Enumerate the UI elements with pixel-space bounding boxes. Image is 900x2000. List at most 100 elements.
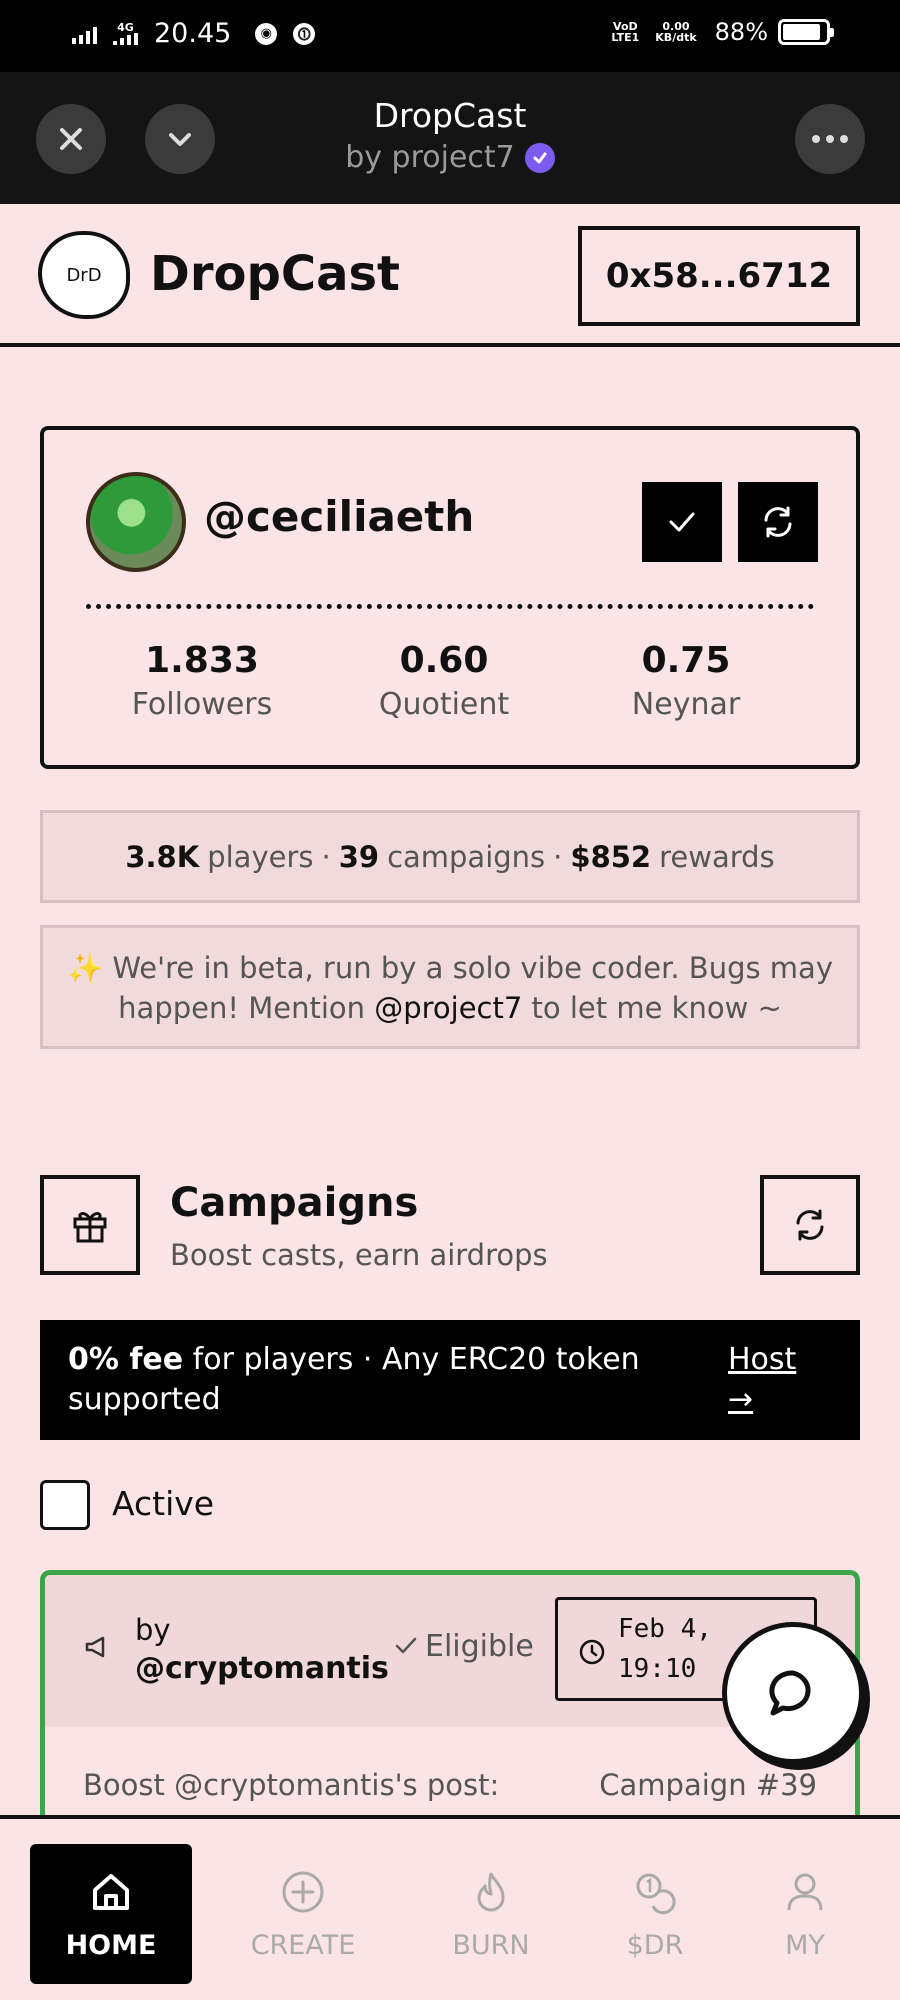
- stat-value: 0.75: [641, 640, 731, 681]
- avatar: [86, 472, 186, 572]
- verified-badge-icon: [524, 142, 555, 173]
- rewards-value: $852: [570, 839, 652, 874]
- megaphone-icon: [85, 1636, 105, 1658]
- nav-home-label: HOME: [65, 1929, 157, 1961]
- check-icon: [395, 1637, 417, 1654]
- gift-icon: [73, 1212, 107, 1243]
- nav-my-label: MY: [785, 1929, 825, 1961]
- flame-icon: [477, 1872, 505, 1911]
- stat-followers: 1.833 Followers: [82, 640, 322, 722]
- user-icon: [787, 1873, 823, 1910]
- notification-icon: ⓵: [293, 22, 316, 45]
- app-title: DropCast: [373, 96, 527, 135]
- refresh-icon: [764, 506, 792, 538]
- battery-percent: 88%: [714, 18, 768, 46]
- nav-home[interactable]: HOME: [30, 1844, 192, 1984]
- fee-banner: 0% fee for players · Any ERC20 token sup…: [40, 1320, 860, 1440]
- stat-neynar: 0.75 Neynar: [566, 640, 806, 722]
- chat-bubble-icon: [769, 1670, 811, 1716]
- profile-handle: @ceciliaeth: [204, 492, 475, 541]
- host-link[interactable]: Host →: [728, 1340, 796, 1420]
- divider: [86, 604, 814, 609]
- status-bar: 4G 20.45 ◉ ⓵ VoD LTE1 0.00 KB/dtk 88%: [0, 0, 900, 72]
- refresh-profile-button[interactable]: [738, 482, 818, 562]
- rewards-label: rewards: [659, 839, 775, 874]
- summary-banner: 3.8K players · 39 campaigns · $852 rewar…: [40, 810, 860, 903]
- wallet-button[interactable]: 0x58...6712: [578, 226, 860, 326]
- section-title: Campaigns: [170, 1180, 419, 1226]
- fee-bold: 0% fee: [68, 1342, 184, 1377]
- fee-line-2: supported: [68, 1382, 221, 1417]
- separator: ·: [321, 839, 331, 874]
- home-icon: [93, 1873, 129, 1910]
- active-label[interactable]: Active: [112, 1484, 214, 1523]
- nav-my[interactable]: MY: [724, 1844, 886, 1984]
- site-header: DrD DropCast 0x58...6712: [0, 204, 900, 347]
- verify-button[interactable]: [642, 482, 722, 562]
- more-icon: [812, 135, 848, 143]
- refresh-icon: [796, 1209, 824, 1241]
- logo-icon[interactable]: DrD: [38, 231, 130, 319]
- beta-text-1: We're in beta, run by a solo vibe coder.…: [112, 951, 833, 985]
- arrow-right-icon: →: [728, 1382, 754, 1417]
- host-label: Host: [728, 1342, 797, 1377]
- fee-text: for players · Any ERC20 token: [192, 1342, 640, 1377]
- nav-dr-label: $DR: [626, 1929, 684, 1961]
- data-rate-unit: KB/dtk: [655, 31, 697, 44]
- nav-create[interactable]: CREATE: [222, 1844, 384, 1984]
- date-line-1: Feb 4,: [618, 1614, 712, 1644]
- author-handle[interactable]: @cryptomantis: [135, 1651, 389, 1686]
- nav-burn[interactable]: BURN: [410, 1844, 572, 1984]
- fee-line-1: 0% fee for players · Any ERC20 token: [68, 1340, 640, 1380]
- beta-notice: ✨ We're in beta, run by a solo vibe code…: [40, 925, 860, 1049]
- eligible-status: Eligible: [425, 1629, 534, 1664]
- chrome-icon: ◉: [255, 22, 278, 45]
- app-author: by project7: [0, 140, 900, 175]
- players-value: 3.8K: [125, 839, 200, 874]
- logo-mark: DrD: [66, 264, 102, 286]
- chat-button[interactable]: [722, 1622, 864, 1764]
- check-icon: [669, 512, 695, 532]
- section-subtitle: Boost casts, earn airdrops: [170, 1238, 548, 1272]
- beta-text-2a: happen! Mention: [118, 991, 365, 1025]
- separator: ·: [553, 839, 563, 874]
- nav-create-label: CREATE: [250, 1929, 356, 1961]
- players-label: players: [207, 839, 314, 874]
- campaign-number: Campaign #39: [599, 1768, 817, 1802]
- battery-icon: [778, 19, 834, 45]
- more-options-button[interactable]: [795, 104, 865, 174]
- clock: 20.45: [154, 18, 232, 49]
- bottom-nav: HOME CREATE BURN $DR MY: [0, 1815, 900, 2000]
- stat-label: Followers: [131, 687, 273, 722]
- campaigns-value: 39: [338, 839, 380, 874]
- mention-link[interactable]: @project7: [374, 991, 522, 1025]
- profile-card: @ceciliaeth 1.833 Followers 0.60 Quotien…: [40, 426, 860, 769]
- beta-text-2b: to let me know ~: [531, 991, 782, 1025]
- app-author-label: by project7: [345, 140, 515, 175]
- by-label: by: [135, 1613, 171, 1647]
- brand-name: DropCast: [150, 246, 400, 302]
- campaign-body-text: Boost @cryptomantis's post:: [83, 1768, 500, 1802]
- lte-label: LTE1: [611, 31, 640, 44]
- sparkles-icon: ✨: [66, 951, 104, 985]
- stat-quotient: 0.60 Quotient: [324, 640, 564, 722]
- beta-line-1: ✨ We're in beta, run by a solo vibe code…: [43, 948, 857, 988]
- stat-value: 1.833: [145, 640, 259, 681]
- clock-icon: [579, 1639, 605, 1665]
- stat-label: Neynar: [631, 687, 741, 722]
- active-checkbox[interactable]: [40, 1480, 90, 1530]
- plus-circle-icon: [282, 1871, 324, 1912]
- date-line-2: 19:10: [618, 1654, 697, 1684]
- campaigns-label: campaigns: [387, 839, 546, 874]
- stat-label: Quotient: [378, 687, 510, 722]
- beta-line-2: happen! Mention @project7 to let me know…: [43, 988, 857, 1028]
- mini-app-bar: DropCast by project7: [0, 72, 900, 204]
- nav-dr[interactable]: $DR: [574, 1844, 736, 1984]
- refresh-campaigns-button[interactable]: [760, 1175, 860, 1275]
- nav-burn-label: BURN: [452, 1929, 530, 1961]
- coins-icon: [636, 1873, 676, 1914]
- signal-icon-2: [113, 33, 138, 45]
- stat-value: 0.60: [399, 640, 489, 681]
- gift-icon-box: [40, 1175, 140, 1275]
- signal-icon: [72, 24, 97, 44]
